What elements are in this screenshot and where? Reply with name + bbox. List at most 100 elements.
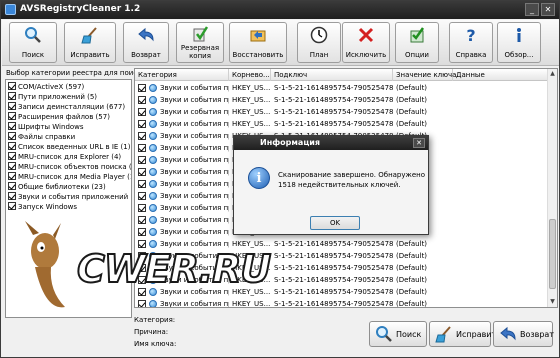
bottom-fix-button[interactable]: Исправить bbox=[429, 321, 501, 347]
checkbox[interactable] bbox=[8, 152, 16, 160]
checkbox[interactable] bbox=[8, 132, 16, 140]
checkbox[interactable] bbox=[8, 192, 16, 200]
checkbox[interactable] bbox=[8, 92, 16, 100]
title-bar: AVSRegistryCleaner 1.2 _ ✕ bbox=[1, 1, 559, 19]
table-row[interactable]: Звуки и события прил...HKEY_US...S-1-5-2… bbox=[135, 94, 549, 106]
exclude-tool-button[interactable]: Исключить bbox=[342, 22, 390, 63]
row-checkbox[interactable] bbox=[138, 144, 146, 152]
cell-value: (Default) bbox=[396, 84, 428, 92]
minimize-button[interactable]: _ bbox=[525, 3, 539, 16]
row-checkbox[interactable] bbox=[138, 84, 146, 92]
row-checkbox[interactable] bbox=[138, 96, 146, 104]
vertical-scrollbar[interactable]: ▲ ▼ bbox=[547, 69, 557, 307]
row-checkbox[interactable] bbox=[138, 120, 146, 128]
help-icon: ? bbox=[466, 26, 475, 44]
cell-subkey: S-1-5-21-1614895754-790525478-1... bbox=[274, 300, 393, 308]
column-header-value[interactable]: Значение ключа bbox=[393, 69, 456, 81]
backup-tool-button[interactable]: Резервная копия bbox=[176, 22, 224, 63]
cell-subkey: S-1-5-21-1614895754-790525478-1... bbox=[274, 84, 393, 92]
back-tool-button[interactable]: Возврат bbox=[123, 22, 169, 63]
table-row[interactable]: Звуки и события прил...HKEY_US...S-1-5-2… bbox=[135, 106, 549, 118]
sound-icon bbox=[149, 132, 157, 140]
checkbox[interactable] bbox=[8, 182, 16, 190]
column-header-root[interactable]: Корнево... bbox=[229, 69, 271, 81]
checkbox[interactable] bbox=[8, 112, 16, 120]
bottom-back-button[interactable]: Возврат bbox=[493, 321, 554, 347]
scroll-thumb[interactable] bbox=[549, 219, 556, 289]
checkbox[interactable] bbox=[8, 82, 16, 90]
fix-tool-button[interactable]: Исправить bbox=[64, 22, 116, 63]
checkbox[interactable] bbox=[8, 142, 16, 150]
help-tool-button[interactable]: ? Справка bbox=[449, 22, 493, 63]
category-item[interactable]: MRU-список для Explorer (4) bbox=[8, 152, 121, 162]
sound-icon bbox=[149, 96, 157, 104]
category-item[interactable]: Шрифты Windows bbox=[8, 122, 84, 132]
key-name-caption: Имя ключа: bbox=[134, 340, 177, 348]
sound-icon bbox=[149, 180, 157, 188]
checkbox[interactable] bbox=[8, 172, 16, 180]
search-tool-label: Поиск bbox=[21, 51, 45, 59]
restore-tool-label: Восстановить bbox=[232, 51, 284, 59]
category-item[interactable]: Записи деинсталляции (677) bbox=[8, 102, 125, 112]
search-tool-button[interactable]: Поиск bbox=[9, 22, 57, 63]
checkbox[interactable] bbox=[8, 122, 16, 130]
row-checkbox[interactable] bbox=[138, 168, 146, 176]
dialog-close-button[interactable]: ✕ bbox=[413, 138, 425, 148]
category-item[interactable]: Общие библиотеки (23) bbox=[8, 182, 106, 192]
category-item[interactable]: Пути приложений (5) bbox=[8, 92, 97, 102]
category-panel-title: Выбор категории реестра для поиска: bbox=[6, 69, 149, 77]
options-tool-button[interactable]: Опции bbox=[395, 22, 439, 63]
category-item[interactable]: COM/ActiveX (597) bbox=[8, 82, 84, 92]
close-button[interactable]: ✕ bbox=[541, 3, 555, 16]
cell-subkey: S-1-5-21-1614895754-790525478-1... bbox=[274, 288, 393, 296]
about-tool-button[interactable]: Обзор... bbox=[497, 22, 541, 63]
cell-value: (Default) bbox=[396, 108, 428, 116]
table-row[interactable]: Звуки и события прил...HKEY_US...S-1-5-2… bbox=[135, 82, 549, 94]
column-header-data[interactable]: Данные bbox=[453, 69, 549, 81]
sound-icon bbox=[149, 156, 157, 164]
category-item[interactable]: MRU-список для Media Player (1) bbox=[8, 172, 132, 182]
scroll-down-icon[interactable]: ▼ bbox=[548, 297, 557, 307]
scroll-up-icon[interactable]: ▲ bbox=[548, 69, 557, 79]
cell-root: HKEY_US... bbox=[232, 300, 271, 308]
category-item[interactable]: Расширения файлов (57) bbox=[8, 112, 110, 122]
cell-category: Звуки и события прил... bbox=[160, 192, 229, 200]
plan-tool-button[interactable]: План bbox=[297, 22, 341, 63]
cell-subkey: S-1-5-21-1614895754-790525478-1... bbox=[274, 108, 393, 116]
restore-tool-button[interactable]: Восстановить bbox=[229, 22, 287, 63]
column-header-subkey[interactable]: Подключ bbox=[271, 69, 393, 81]
category-label: MRU-список для Media Player (1) bbox=[18, 173, 132, 181]
cell-value: (Default) bbox=[396, 96, 428, 104]
column-header-category[interactable]: Категория bbox=[135, 69, 229, 81]
row-checkbox[interactable] bbox=[138, 180, 146, 188]
checkbox[interactable] bbox=[8, 102, 16, 110]
options-icon bbox=[410, 27, 425, 43]
category-item[interactable]: Звуки и события приложений ... bbox=[8, 192, 131, 202]
cell-subkey: S-1-5-21-1614895754-790525478-1... bbox=[274, 96, 393, 104]
row-checkbox[interactable] bbox=[138, 132, 146, 140]
category-item[interactable]: MRU-список объектов поиска (2) bbox=[8, 162, 131, 172]
category-item[interactable]: Запуск Windows bbox=[8, 202, 77, 212]
bottom-search-button[interactable]: Поиск bbox=[369, 321, 427, 347]
cell-subkey: S-1-5-21-1614895754-790525478-1... bbox=[274, 264, 393, 272]
grid-header: Категория Корнево... Подключ Значение кл… bbox=[135, 69, 549, 81]
cell-value: (Default) bbox=[396, 288, 428, 296]
clock-icon bbox=[310, 26, 328, 44]
row-checkbox[interactable] bbox=[138, 156, 146, 164]
about-tool-label: Обзор... bbox=[504, 51, 534, 59]
checkbox[interactable] bbox=[8, 202, 16, 210]
category-label: Список введенных URL в IE (1) bbox=[18, 143, 131, 151]
category-item[interactable]: Список введенных URL в IE (1) bbox=[8, 142, 130, 152]
checkbox[interactable] bbox=[8, 162, 16, 170]
category-item[interactable]: Файлы справки bbox=[8, 132, 75, 142]
cell-value: (Default) bbox=[396, 276, 428, 284]
row-checkbox[interactable] bbox=[138, 108, 146, 116]
sound-icon bbox=[149, 84, 157, 92]
table-row[interactable]: Звуки и события прил...HKEY_US...S-1-5-2… bbox=[135, 118, 549, 130]
category-label: Запуск Windows bbox=[18, 203, 78, 211]
broom-icon bbox=[81, 27, 97, 44]
ok-button[interactable]: OK bbox=[310, 216, 360, 230]
coyote-mascot-icon bbox=[25, 221, 65, 308]
row-checkbox[interactable] bbox=[138, 192, 146, 200]
row-checkbox[interactable] bbox=[138, 204, 146, 212]
